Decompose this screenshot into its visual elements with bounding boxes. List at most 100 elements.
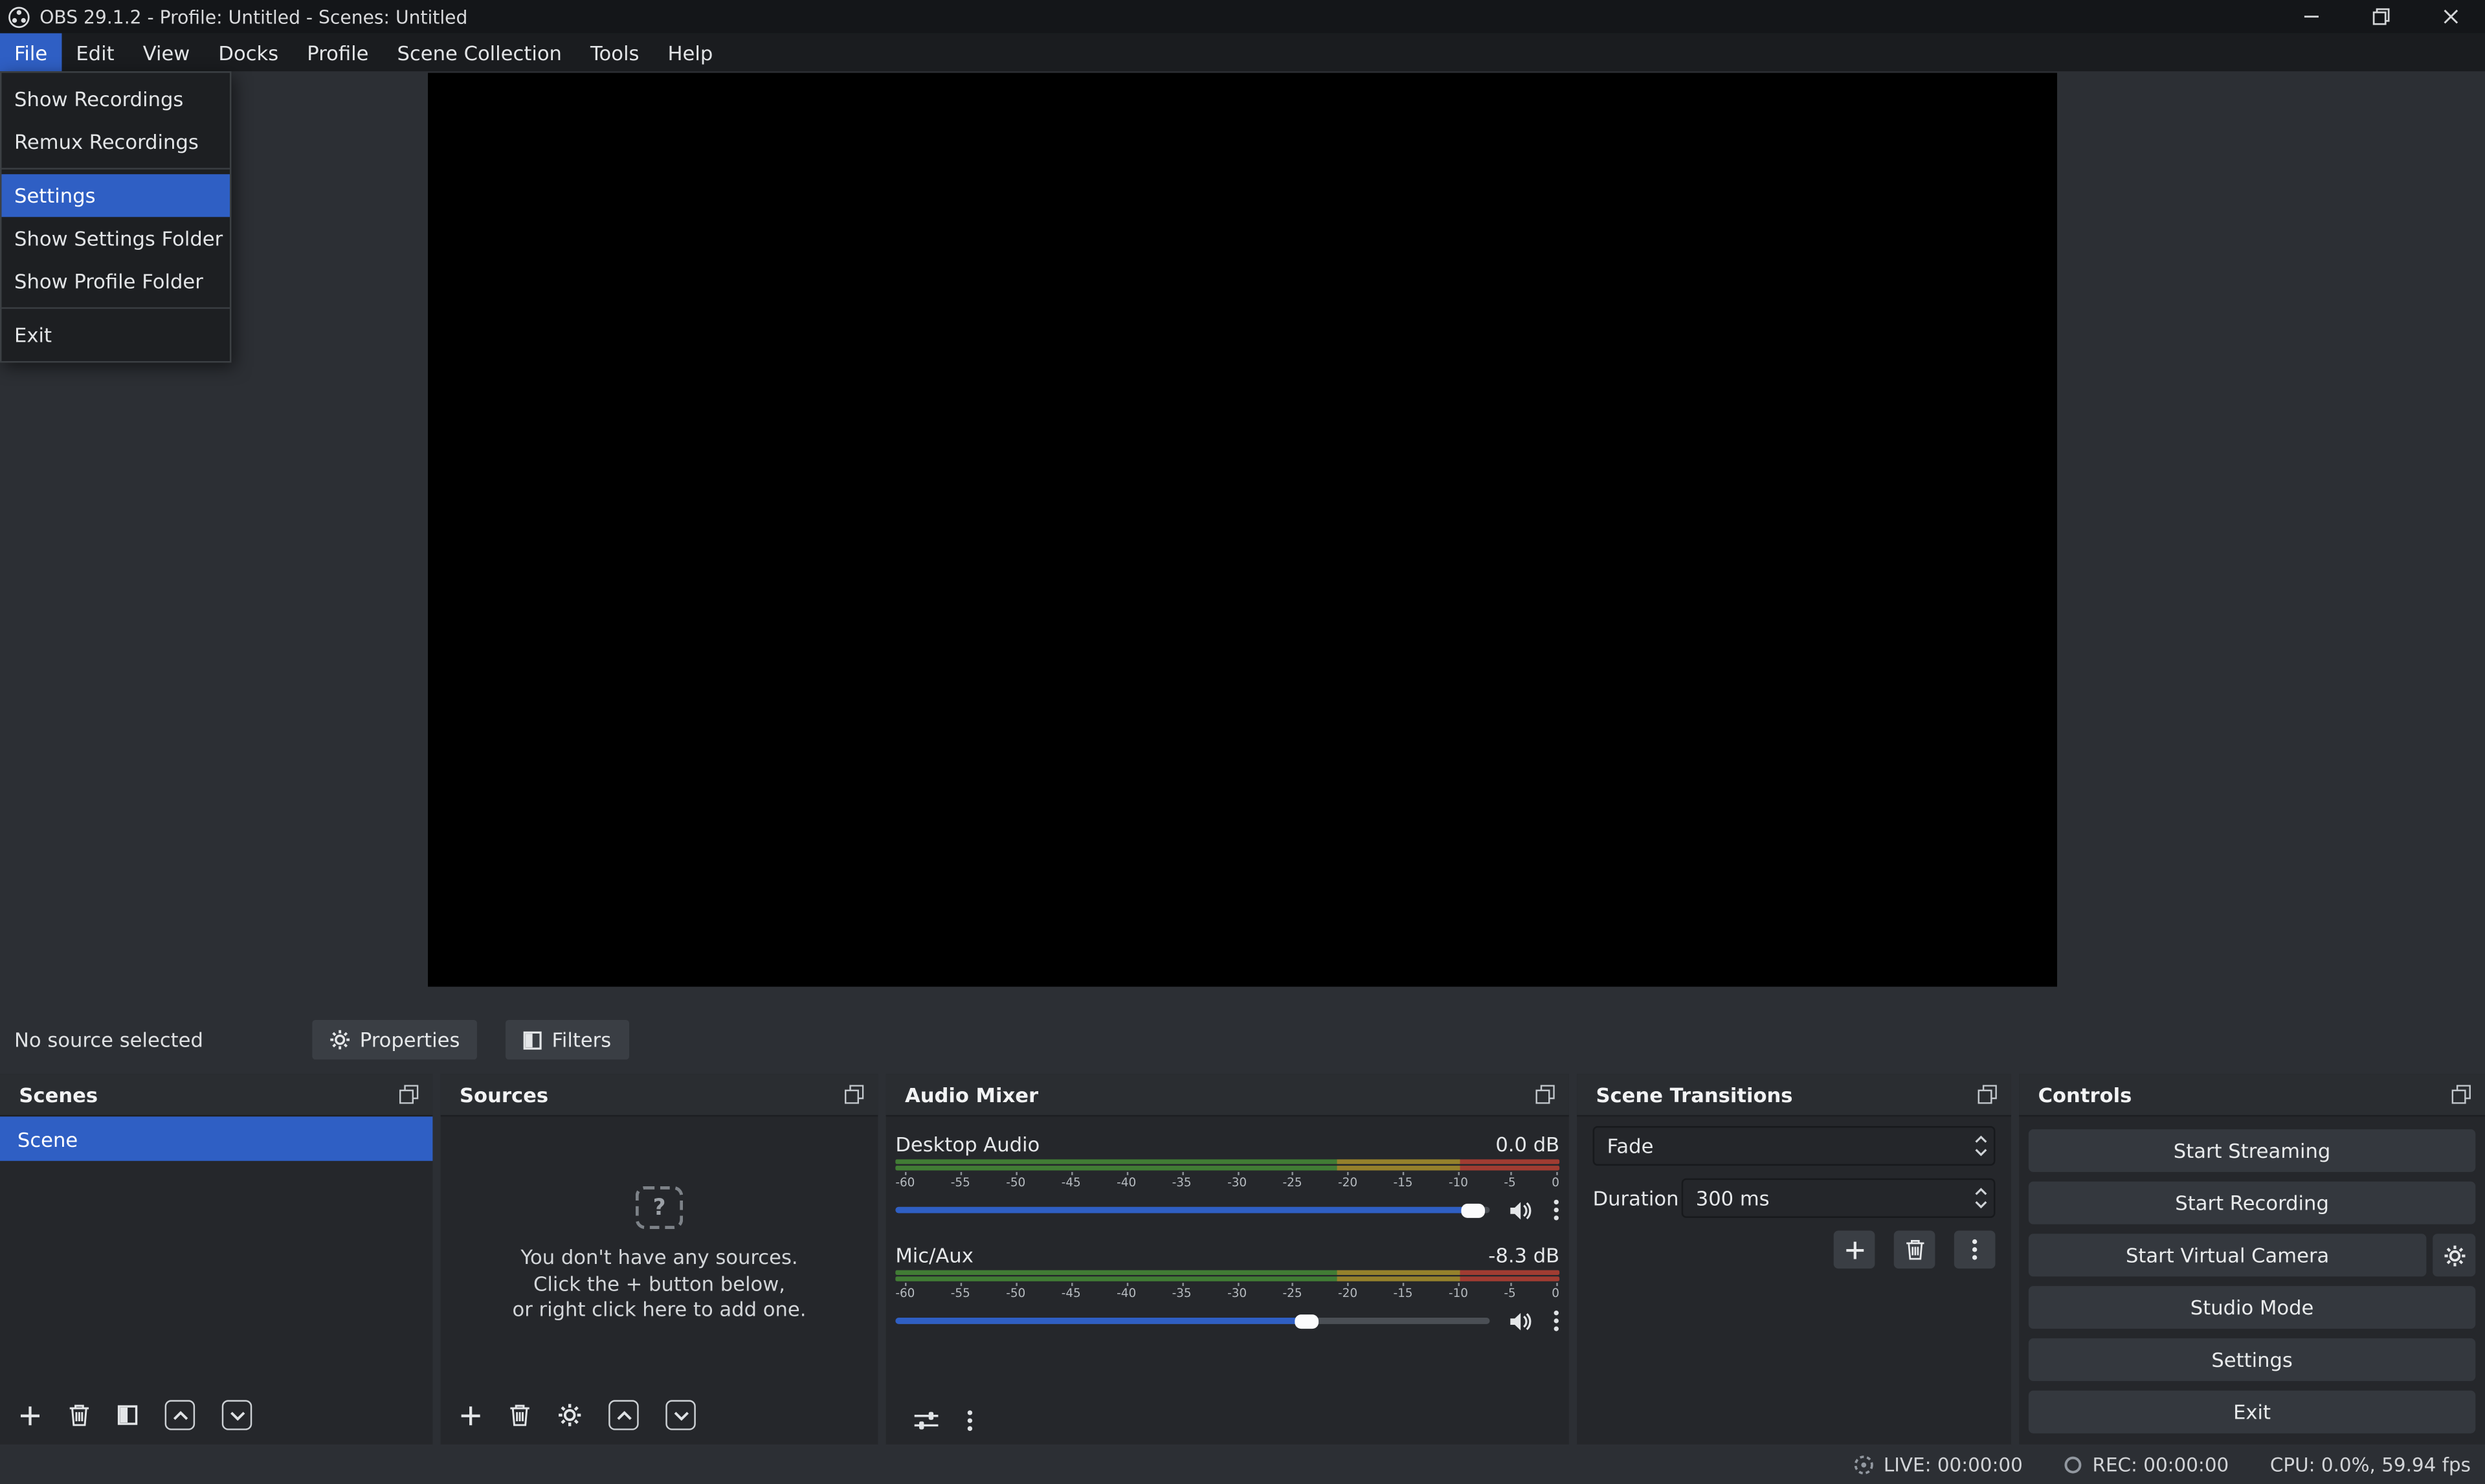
mixer-toolbar <box>895 1410 1559 1445</box>
speaker-icon <box>1509 1200 1534 1221</box>
empty-state-text: Click the + button below, <box>533 1271 785 1297</box>
scenes-panel: Scenes Scene <box>0 1074 432 1445</box>
virtual-camera-settings-button[interactable] <box>2433 1234 2475 1276</box>
file-menu-item-show-settings-folder[interactable]: Show Settings Folder <box>1 217 230 260</box>
transition-value: Fade <box>1594 1134 1967 1158</box>
source-properties-button[interactable] <box>558 1403 582 1427</box>
file-menu-item-exit[interactable]: Exit <box>1 314 230 357</box>
menu-tools[interactable]: Tools <box>576 33 653 71</box>
start-recording-button[interactable]: Start Recording <box>2029 1182 2475 1224</box>
filters-button[interactable]: Filters <box>506 1020 629 1059</box>
channel-level: 0.0 dB <box>1495 1133 1559 1157</box>
duration-value: 300 ms <box>1683 1186 1967 1210</box>
add-scene-button[interactable] <box>19 1404 41 1426</box>
scene-up-button[interactable] <box>165 1400 195 1430</box>
mute-button[interactable] <box>1509 1200 1534 1221</box>
mixer-menu-button[interactable] <box>966 1410 973 1432</box>
minimize-button[interactable] <box>2276 0 2346 33</box>
start-streaming-button[interactable]: Start Streaming <box>2029 1129 2475 1172</box>
scenes-panel-header: Scenes <box>0 1074 432 1116</box>
menu-separator <box>1 168 230 169</box>
mixer-channel-desktop-audio: Desktop Audio 0.0 dB -60-55-50-45-40-35-… <box>895 1129 1559 1223</box>
filters-label: Filters <box>552 1028 611 1052</box>
speaker-icon <box>1509 1311 1534 1331</box>
controls-body: Start Streaming Start Recording Start Vi… <box>2019 1116 2485 1445</box>
file-menu: Show Recordings Remux Recordings Setting… <box>0 71 231 362</box>
close-button[interactable] <box>2415 0 2485 33</box>
scenes-list: Scene <box>0 1116 432 1445</box>
channel-options-button[interactable] <box>1553 1310 1559 1332</box>
channel-options-button[interactable] <box>1553 1199 1559 1221</box>
preview-canvas[interactable] <box>428 73 2057 987</box>
menu-profile[interactable]: Profile <box>293 33 383 71</box>
transition-select[interactable]: Fade <box>1593 1126 1996 1166</box>
mute-button[interactable] <box>1509 1311 1534 1331</box>
meter-scale: -60-55-50-45-40-35-30-25-20-15-10-50 <box>895 1172 1559 1190</box>
remove-scene-button[interactable] <box>68 1403 90 1427</box>
properties-button[interactable]: Properties <box>312 1020 477 1059</box>
menu-view[interactable]: View <box>129 33 205 71</box>
controls-panel: Controls Start Streaming Start Recording… <box>2019 1074 2485 1445</box>
menu-help[interactable]: Help <box>653 33 727 71</box>
advanced-audio-button[interactable] <box>913 1410 940 1432</box>
empty-state-text: You don't have any sources. <box>520 1245 797 1271</box>
remove-source-button[interactable] <box>509 1403 531 1427</box>
menu-edit[interactable]: Edit <box>61 33 128 71</box>
menu-file[interactable]: File <box>0 33 61 71</box>
file-menu-item-show-recordings[interactable]: Show Recordings <box>1 78 230 120</box>
spinner-arrows-icon[interactable] <box>1967 1180 1994 1216</box>
remove-transition-button[interactable] <box>1894 1230 1935 1268</box>
scene-list-item[interactable]: Scene <box>0 1116 432 1161</box>
sources-list[interactable]: ? You don't have any sources. Click the … <box>441 1116 878 1445</box>
kebab-icon <box>1553 1199 1559 1221</box>
sources-panel: Sources ? You don't have any sources. Cl… <box>441 1074 878 1445</box>
exit-button[interactable]: Exit <box>2029 1391 2475 1434</box>
settings-button[interactable]: Settings <box>2029 1338 2475 1381</box>
source-down-button[interactable] <box>665 1400 696 1430</box>
popout-icon[interactable] <box>399 1085 418 1103</box>
gear-icon <box>558 1403 582 1427</box>
scenes-toolbar <box>0 1400 432 1445</box>
file-menu-item-show-profile-folder[interactable]: Show Profile Folder <box>1 260 230 302</box>
source-toolbar: No source selected Properties Filters <box>0 1015 2485 1065</box>
slider-handle[interactable] <box>1461 1203 1485 1217</box>
titlebar: OBS 29.1.2 - Profile: Untitled - Scenes:… <box>0 0 2485 33</box>
popout-icon[interactable] <box>2452 1085 2471 1103</box>
scene-transitions-panel: Scene Transitions Fade Duration 300 ms <box>1577 1074 2011 1445</box>
window-controls <box>2276 0 2485 33</box>
trash-icon <box>68 1403 90 1427</box>
source-up-button[interactable] <box>608 1400 639 1430</box>
start-virtual-camera-button[interactable]: Start Virtual Camera <box>2029 1234 2427 1276</box>
trash-icon <box>509 1403 531 1427</box>
sources-toolbar <box>441 1400 878 1445</box>
add-transition-button[interactable] <box>1834 1230 1875 1268</box>
obs-window: OBS 29.1.2 - Profile: Untitled - Scenes:… <box>0 0 2485 1484</box>
scenes-title: Scenes <box>19 1083 98 1107</box>
add-source-button[interactable] <box>460 1404 482 1426</box>
volume-meter: -60-55-50-45-40-35-30-25-20-15-10-50 <box>895 1270 1559 1300</box>
volume-slider[interactable] <box>895 1308 1489 1333</box>
transition-menu-button[interactable] <box>1954 1230 1996 1268</box>
file-menu-item-settings[interactable]: Settings <box>1 174 230 217</box>
trash-icon <box>1904 1239 1925 1261</box>
popout-icon[interactable] <box>1978 1085 1997 1103</box>
duration-input[interactable]: 300 ms <box>1682 1179 1996 1218</box>
popout-icon[interactable] <box>1535 1085 1554 1103</box>
volume-slider[interactable] <box>895 1197 1489 1223</box>
plus-icon <box>19 1404 41 1426</box>
studio-mode-button[interactable]: Studio Mode <box>2029 1286 2475 1329</box>
rec-time: REC: 00:00:00 <box>2093 1453 2229 1475</box>
scene-down-button[interactable] <box>222 1400 252 1430</box>
channel-name: Desktop Audio <box>895 1133 1040 1157</box>
record-status-icon <box>2064 1455 2082 1474</box>
scene-filters-button[interactable] <box>117 1405 138 1426</box>
maximize-button[interactable] <box>2346 0 2416 33</box>
file-menu-item-remux-recordings[interactable]: Remux Recordings <box>1 120 230 163</box>
popout-icon[interactable] <box>845 1085 864 1103</box>
virtual-camera-row: Start Virtual Camera <box>2029 1234 2475 1276</box>
main-area: Show Recordings Remux Recordings Setting… <box>0 71 2485 1015</box>
menu-docks[interactable]: Docks <box>204 33 293 71</box>
slider-handle[interactable] <box>1295 1314 1319 1328</box>
menu-scene-collection[interactable]: Scene Collection <box>383 33 577 71</box>
gear-icon <box>2443 1244 2465 1266</box>
